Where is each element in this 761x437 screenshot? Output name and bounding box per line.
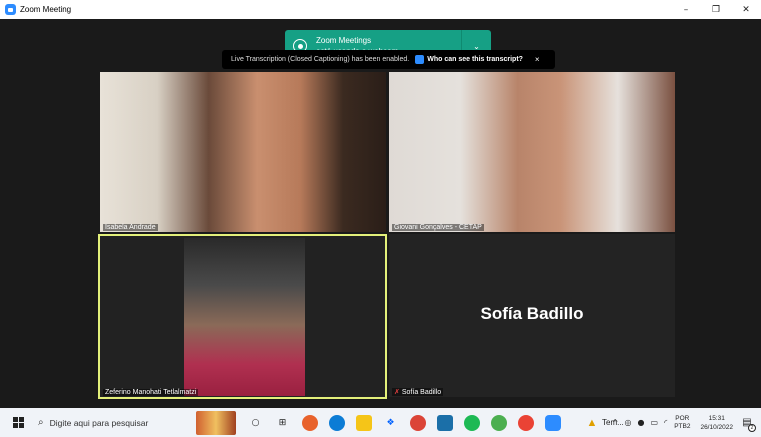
participant-name-label: ✗ Sofía Badillo: [392, 388, 444, 396]
muted-mic-icon: ✗: [394, 389, 400, 396]
participant-display-name: Sofía Badillo: [480, 304, 584, 323]
microphone-icon[interactable]: ●: [638, 418, 645, 427]
taskbar: ⌕ Digite aqui para pesquisar ○ ⊞ ❖ ▲ Tem…: [0, 408, 761, 437]
notification-count-badge: 2: [748, 423, 756, 432]
edge-icon[interactable]: [328, 414, 345, 431]
keyboard-layout: PTB2: [674, 422, 691, 430]
language-indicator[interactable]: POR PTB2: [674, 415, 690, 431]
meeting-area: Isabela Andrade Giovani Gonçalves - CETA…: [0, 19, 761, 408]
participant-name: Giovani Gonçalves - CETAP: [392, 224, 484, 231]
task-view-icon[interactable]: ⊞: [275, 415, 291, 431]
close-button[interactable]: ✕: [731, 0, 761, 19]
video-tile-zeferino-active-speaker[interactable]: Zeferino Manohati Tetlalmatzi: [98, 234, 387, 399]
participant-name: Sofía Badillo: [401, 389, 442, 396]
zoom-taskbar-icon[interactable]: [544, 414, 561, 431]
terminal-icon[interactable]: [436, 414, 453, 431]
firefox-icon[interactable]: [301, 414, 318, 431]
search-placeholder: Digite aqui para pesquisar: [49, 417, 149, 428]
search-icon: ⌕: [38, 417, 44, 428]
title-bar: Zoom Meeting – ❐ ✕: [0, 0, 761, 19]
video-tile-isabela[interactable]: Isabela Andrade: [100, 72, 386, 232]
chrome-icon[interactable]: [409, 414, 426, 431]
warning-icon[interactable]: ▲: [584, 415, 600, 431]
wifi-icon[interactable]: ◜: [664, 418, 667, 427]
battery-icon[interactable]: ▭: [651, 418, 659, 427]
window-title: Zoom Meeting: [20, 5, 72, 14]
app-icon[interactable]: [490, 414, 507, 431]
notification-title: Zoom Meetings: [316, 36, 372, 45]
minimize-button[interactable]: –: [671, 0, 701, 19]
clock-date: 26/10/2022: [700, 423, 733, 431]
participant-name: Isabela Andrade: [103, 224, 158, 231]
search-box[interactable]: ⌕ Digite aqui para pesquisar: [38, 412, 198, 434]
window-controls: – ❐ ✕: [671, 0, 761, 19]
system-tray: ^ ◎ ● ▭ ◜ POR PTB2 15:31 26/10/2022 ▤ 2: [609, 408, 761, 437]
banner-message: Live Transcription (Closed Captioning) h…: [231, 56, 410, 63]
banner-close-button[interactable]: ×: [535, 55, 540, 64]
file-explorer-icon[interactable]: [355, 414, 372, 431]
notification-center-icon[interactable]: ▤ 2: [739, 415, 756, 432]
chevron-up-icon[interactable]: ^: [612, 418, 619, 427]
clock[interactable]: 15:31 26/10/2022: [700, 414, 733, 432]
who-can-see-link[interactable]: Who can see this transcript?: [427, 56, 523, 63]
maximize-button[interactable]: ❐: [701, 0, 731, 19]
location-icon[interactable]: ◎: [625, 418, 632, 427]
clock-time: 15:31: [708, 414, 725, 422]
user-icon: [415, 55, 425, 64]
spotify-icon[interactable]: [463, 414, 480, 431]
dropbox-icon[interactable]: ❖: [383, 415, 399, 431]
language-code: POR: [675, 414, 690, 422]
video-tile-giovani[interactable]: Giovani Gonçalves - CETAP: [389, 72, 675, 232]
windows-start-icon[interactable]: [13, 417, 24, 428]
participant-video: [184, 238, 305, 396]
participant-name: Zeferino Manohati Tetlalmatzi: [103, 389, 199, 396]
taskbar-apps: ○ ⊞ ❖: [242, 414, 566, 431]
transcription-banner: Live Transcription (Closed Captioning) h…: [222, 50, 555, 69]
video-tile-sofia[interactable]: Sofía Badillo ✗ Sofía Badillo: [389, 234, 675, 397]
chrome-profile-icon[interactable]: [517, 414, 534, 431]
search-highlight-image[interactable]: [196, 410, 236, 435]
zoom-app-icon: [5, 4, 16, 15]
cortana-icon[interactable]: ○: [248, 415, 264, 431]
